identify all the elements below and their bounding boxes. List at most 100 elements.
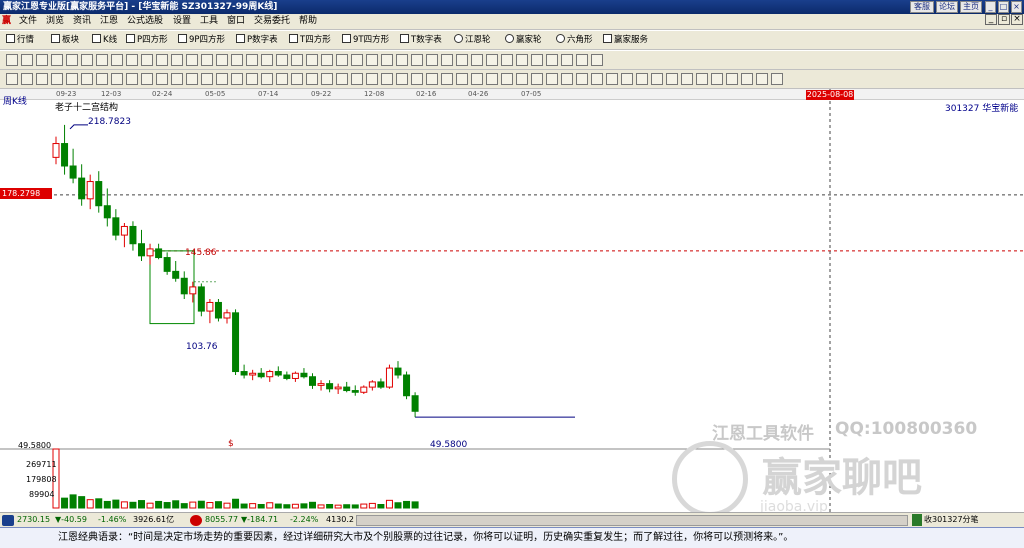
nav-tool-6-icon[interactable] [81, 54, 93, 66]
menu-trade[interactable]: 交易委托 [254, 14, 290, 29]
nav-tool-21-icon[interactable] [306, 54, 318, 66]
nav-tool-38-icon[interactable] [561, 54, 573, 66]
nav-tool-15-icon[interactable] [216, 54, 228, 66]
draw-tool-21-icon[interactable] [306, 73, 318, 85]
nav-tool-40-icon[interactable] [591, 54, 603, 66]
nav-tool-24-icon[interactable] [351, 54, 363, 66]
toolbar-p-square[interactable]: P四方形 [126, 34, 168, 47]
draw-tool-29-icon[interactable] [426, 73, 438, 85]
nav-tool-23-icon[interactable] [336, 54, 348, 66]
nav-tool-7-icon[interactable] [96, 54, 108, 66]
nav-tool-28-icon[interactable] [411, 54, 423, 66]
draw-tool-19-icon[interactable] [276, 73, 288, 85]
draw-tool-38-icon[interactable] [561, 73, 573, 85]
toolbar-service[interactable]: 赢家服务 [603, 34, 648, 47]
toolbar-p-numbers[interactable]: P数字表 [236, 34, 278, 47]
draw-tool-10-icon[interactable] [141, 73, 153, 85]
menu-tools[interactable]: 工具 [200, 14, 218, 29]
toolbar-t-square[interactable]: T四方形 [289, 34, 331, 47]
nav-tool-22-icon[interactable] [321, 54, 333, 66]
nav-tool-3-icon[interactable] [36, 54, 48, 66]
nav-tool-20-icon[interactable] [291, 54, 303, 66]
draw-tool-44-icon[interactable] [651, 73, 663, 85]
draw-tool-31-icon[interactable] [456, 73, 468, 85]
menu-settings[interactable]: 设置 [173, 14, 191, 29]
nav-tool-12-icon[interactable] [171, 54, 183, 66]
draw-tool-37-icon[interactable] [546, 73, 558, 85]
nav-tool-2-icon[interactable] [21, 54, 33, 66]
nav-tool-9-icon[interactable] [126, 54, 138, 66]
draw-tool-27-icon[interactable] [396, 73, 408, 85]
toolbar-kline[interactable]: K线 [92, 34, 117, 47]
draw-tool-28-icon[interactable] [411, 73, 423, 85]
draw-tool-24-icon[interactable] [351, 73, 363, 85]
menu-gann[interactable]: 江恩 [100, 14, 118, 29]
kline-chart[interactable]: 09-23 12-03 02-24 05-05 07-14 09-22 12-08 02-16… [0, 89, 1024, 517]
draw-tool-16-icon[interactable] [231, 73, 243, 85]
draw-tool-26-icon[interactable] [381, 73, 393, 85]
nav-tool-10-icon[interactable] [141, 54, 153, 66]
nav-tool-13-icon[interactable] [186, 54, 198, 66]
nav-tool-32-icon[interactable] [471, 54, 483, 66]
nav-tool-1-icon[interactable] [6, 54, 18, 66]
draw-tool-5-icon[interactable] [66, 73, 78, 85]
draw-tool-2-icon[interactable] [21, 73, 33, 85]
draw-tool-39-icon[interactable] [576, 73, 588, 85]
nav-tool-31-icon[interactable] [456, 54, 468, 66]
menu-help[interactable]: 帮助 [299, 14, 317, 29]
nav-tool-16-icon[interactable] [231, 54, 243, 66]
horizontal-scrollbar[interactable] [356, 515, 908, 526]
nav-tool-17-icon[interactable] [246, 54, 258, 66]
draw-tool-13-icon[interactable] [186, 73, 198, 85]
draw-tool-42-icon[interactable] [621, 73, 633, 85]
menu-browse[interactable]: 浏览 [46, 14, 64, 29]
draw-tool-46-icon[interactable] [681, 73, 693, 85]
draw-tool-47-icon[interactable] [696, 73, 708, 85]
draw-tool-7-icon[interactable] [96, 73, 108, 85]
close-icon[interactable]: × [1011, 1, 1022, 13]
toolbar-9t-square[interactable]: 9T四方形 [342, 34, 389, 47]
menu-news[interactable]: 资讯 [73, 14, 91, 29]
draw-tool-3-icon[interactable] [36, 73, 48, 85]
menu-window[interactable]: 窗口 [227, 14, 245, 29]
draw-tool-41-icon[interactable] [606, 73, 618, 85]
draw-tool-22-icon[interactable] [321, 73, 333, 85]
app-menu-icon[interactable]: 赢 [2, 14, 11, 29]
nav-tool-29-icon[interactable] [426, 54, 438, 66]
draw-tool-14-icon[interactable] [201, 73, 213, 85]
draw-tool-11-icon[interactable] [156, 73, 168, 85]
toolbar-hexagon[interactable]: 六角形 [556, 34, 593, 47]
draw-tool-25-icon[interactable] [366, 73, 378, 85]
child-close-icon[interactable]: × [1011, 14, 1023, 25]
nav-tool-33-icon[interactable] [486, 54, 498, 66]
draw-tool-20-icon[interactable] [291, 73, 303, 85]
forum-button[interactable]: 论坛 [936, 1, 958, 13]
draw-tool-32-icon[interactable] [471, 73, 483, 85]
draw-tool-4-icon[interactable] [51, 73, 63, 85]
draw-tool-9-icon[interactable] [126, 73, 138, 85]
draw-tool-18-icon[interactable] [261, 73, 273, 85]
nav-tool-26-icon[interactable] [381, 54, 393, 66]
toolbar-winner-wheel[interactable]: 赢家轮 [505, 34, 542, 47]
draw-tool-49-icon[interactable] [726, 73, 738, 85]
draw-tool-12-icon[interactable] [171, 73, 183, 85]
nav-tool-36-icon[interactable] [531, 54, 543, 66]
nav-tool-34-icon[interactable] [501, 54, 513, 66]
child-minimize-icon[interactable]: _ [985, 14, 997, 25]
nav-tool-4-icon[interactable] [51, 54, 63, 66]
draw-tool-35-icon[interactable] [516, 73, 528, 85]
draw-tool-50-icon[interactable] [741, 73, 753, 85]
draw-tool-30-icon[interactable] [441, 73, 453, 85]
nav-tool-11-icon[interactable] [156, 54, 168, 66]
advisor-button[interactable]: 客服 [910, 1, 934, 13]
toolbar-gann-wheel[interactable]: 江恩轮 [454, 34, 491, 47]
nav-tool-5-icon[interactable] [66, 54, 78, 66]
maximize-icon[interactable]: □ [998, 1, 1009, 13]
nav-tool-14-icon[interactable] [201, 54, 213, 66]
tick-data-tab[interactable]: 收301327分笔 [924, 513, 979, 527]
minimize-icon[interactable]: _ [985, 1, 996, 13]
nav-tool-19-icon[interactable] [276, 54, 288, 66]
nav-tool-27-icon[interactable] [396, 54, 408, 66]
draw-tool-36-icon[interactable] [531, 73, 543, 85]
nav-tool-8-icon[interactable] [111, 54, 123, 66]
